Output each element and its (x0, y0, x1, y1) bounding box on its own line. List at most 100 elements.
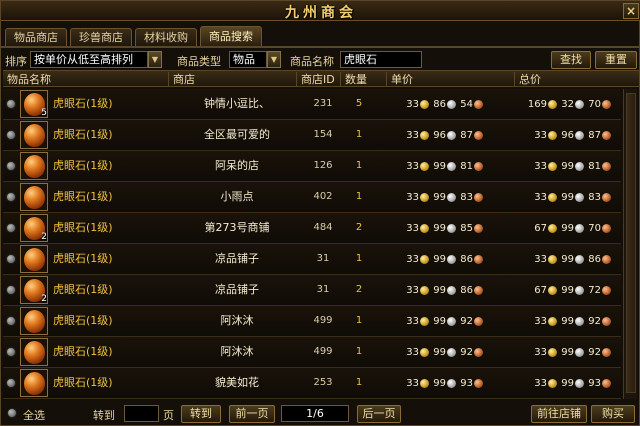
item-slot[interactable]: 5 (20, 90, 48, 118)
copper-coin-icon (474, 347, 483, 357)
name-input[interactable]: 虎眼石 (340, 51, 422, 68)
tab-goods-search[interactable]: 商品搜索 (200, 26, 262, 46)
total-price: 33 99 81 (527, 159, 614, 173)
item-slot[interactable] (20, 338, 48, 366)
unit-price: 33 99 93 (401, 376, 486, 390)
unit-price-gold: 33 (406, 377, 419, 389)
row-select-radio[interactable] (6, 347, 16, 357)
row-select-radio[interactable] (6, 285, 16, 295)
item-name: 虎眼石(1级) (53, 190, 113, 203)
unit-price-gold: 33 (406, 346, 419, 358)
shop-name: 阿呆的店 (215, 159, 259, 172)
unit-price-copper: 87 (460, 129, 473, 141)
table-row[interactable]: 5 虎眼石(1级) 钟情小逗比、 231 5 33 86 54 169 32 70 (3, 89, 621, 120)
table-row[interactable]: 虎眼石(1级) 阿沐沐 499 1 33 99 92 33 99 92 (3, 337, 621, 368)
table-row[interactable]: 虎眼石(1级) 阿沐沐 499 1 33 99 92 33 99 92 (3, 306, 621, 337)
silver-coin-icon (447, 99, 456, 109)
table-row[interactable]: 2 虎眼石(1级) 凉品铺子 31 2 33 99 86 67 99 72 (3, 275, 621, 306)
shop-id: 154 (313, 129, 333, 140)
silver-coin-icon (575, 130, 584, 140)
item-slot[interactable] (20, 152, 48, 180)
scrollbar[interactable] (623, 89, 637, 399)
unit-price-silver: 99 (433, 191, 446, 203)
quantity: 5 (355, 98, 363, 109)
filter-row: 排序 按单价从低至高排列 ▼ 商品类型 物品 ▼ 商品名称 虎眼石 查找 重置 (5, 51, 637, 69)
row-select-radio[interactable] (6, 161, 16, 171)
silver-coin-icon (575, 254, 584, 264)
footer-bar: 全选 转到 页 转到 前一页 1/6 后一页 前往店铺 购买 (1, 403, 640, 425)
table-row[interactable]: 虎眼石(1级) 貌美如花 253 1 33 99 93 33 99 93 (3, 368, 621, 399)
item-slot[interactable]: 2 (20, 214, 48, 242)
gold-coin-icon (420, 130, 429, 140)
goto-button[interactable]: 转到 (181, 405, 221, 423)
unit-price-silver: 99 (433, 315, 446, 327)
visit-shop-button[interactable]: 前往店铺 (531, 405, 587, 423)
next-page-button[interactable]: 后一页 (357, 405, 401, 423)
total-price-gold: 33 (534, 315, 547, 327)
total-price-copper: 86 (588, 253, 601, 265)
shop-id: 484 (313, 222, 333, 233)
tiger-eye-stone-icon (24, 248, 45, 271)
total-price-gold: 33 (534, 346, 547, 358)
search-button[interactable]: 查找 (551, 51, 591, 69)
unit-price-gold: 33 (406, 284, 419, 296)
total-price-gold: 33 (534, 129, 547, 141)
header-item-name: 物品名称 (3, 72, 169, 87)
item-slot[interactable] (20, 307, 48, 335)
table-row[interactable]: 虎眼石(1级) 小雨点 402 1 33 99 83 33 99 83 (3, 182, 621, 213)
unit-price-gold: 33 (406, 191, 419, 203)
row-select-radio[interactable] (6, 378, 16, 388)
item-slot[interactable] (20, 369, 48, 397)
page-input[interactable] (124, 405, 159, 422)
item-slot[interactable] (20, 245, 48, 273)
tab-material-buy[interactable]: 材料收购 (135, 28, 197, 46)
prev-page-button[interactable]: 前一页 (229, 405, 275, 423)
row-select-radio[interactable] (6, 192, 16, 202)
reset-button[interactable]: 重置 (595, 51, 637, 69)
row-select-radio[interactable] (6, 130, 16, 140)
type-select[interactable]: 物品 (229, 51, 267, 68)
item-list: 5 虎眼石(1级) 钟情小逗比、 231 5 33 86 54 169 32 70 虎眼石(1级) 全区… (3, 89, 621, 399)
silver-coin-icon (575, 378, 584, 388)
row-select-radio[interactable] (6, 316, 16, 326)
tab-item-shop[interactable]: 物品商店 (5, 28, 67, 46)
shop-name: 凉品铺子 (215, 252, 259, 265)
silver-coin-icon (447, 378, 456, 388)
scrollbar-thumb[interactable] (626, 93, 636, 393)
row-select-radio[interactable] (6, 99, 16, 109)
unit-price-copper: 85 (460, 222, 473, 234)
shop-id: 231 (313, 98, 333, 109)
item-slot[interactable]: 2 (20, 276, 48, 304)
item-name: 虎眼石(1级) (53, 283, 113, 296)
sort-dropdown-arrow-icon[interactable]: ▼ (148, 51, 162, 68)
close-button[interactable]: × (623, 3, 639, 19)
table-row[interactable]: 虎眼石(1级) 全区最可爱的 154 1 33 96 87 33 96 87 (3, 120, 621, 151)
copper-coin-icon (602, 285, 611, 295)
total-price-copper: 92 (588, 346, 601, 358)
total-price-copper: 70 (588, 98, 601, 110)
tab-pet-shop[interactable]: 珍兽商店 (70, 28, 132, 46)
type-dropdown-arrow-icon[interactable]: ▼ (267, 51, 281, 68)
tiger-eye-stone-icon (24, 186, 45, 209)
goto-label: 转到 (93, 409, 115, 422)
item-name: 虎眼石(1级) (53, 314, 113, 327)
select-all-radio[interactable] (7, 408, 17, 418)
sort-select[interactable]: 按单价从低至高排列 (30, 51, 148, 68)
row-select-radio[interactable] (6, 223, 16, 233)
row-select-radio[interactable] (6, 254, 16, 264)
item-slot[interactable] (20, 183, 48, 211)
silver-coin-icon (575, 347, 584, 357)
table-row[interactable]: 虎眼石(1级) 阿呆的店 126 1 33 99 81 33 99 81 (3, 151, 621, 182)
table-row[interactable]: 2 虎眼石(1级) 第273号商铺 484 2 33 99 85 67 99 70 (3, 213, 621, 244)
unit-price-copper: 92 (460, 315, 473, 327)
item-slot[interactable] (20, 121, 48, 149)
total-price-copper: 93 (588, 377, 601, 389)
copper-coin-icon (602, 161, 611, 171)
table-row[interactable]: 虎眼石(1级) 凉品铺子 31 1 33 99 86 33 99 86 (3, 244, 621, 275)
unit-price-gold: 33 (406, 98, 419, 110)
copper-coin-icon (602, 192, 611, 202)
quantity: 1 (355, 160, 363, 171)
buy-button[interactable]: 购买 (591, 405, 635, 423)
unit-price: 33 99 86 (401, 283, 486, 297)
total-price: 33 99 83 (527, 190, 614, 204)
